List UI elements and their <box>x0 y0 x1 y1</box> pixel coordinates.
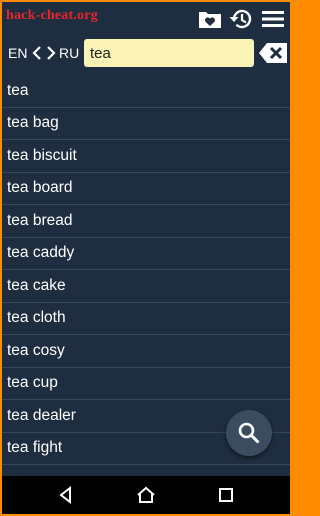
list-item[interactable]: tea bread <box>2 205 290 238</box>
back-icon[interactable] <box>54 485 78 505</box>
search-button[interactable] <box>226 410 272 456</box>
home-icon[interactable] <box>134 485 158 505</box>
source-language[interactable]: EN <box>8 45 27 61</box>
system-nav-bar <box>2 476 290 514</box>
watermark: hack-cheat.org <box>6 8 98 23</box>
clear-icon[interactable] <box>258 42 288 64</box>
list-item[interactable]: tea biscuit <box>2 140 290 173</box>
swap-languages-icon[interactable] <box>31 45 57 66</box>
target-language[interactable]: RU <box>59 45 79 61</box>
title-bar: hack-cheat.org <box>2 2 290 34</box>
list-item[interactable]: tea <box>2 75 290 108</box>
search-icon <box>238 422 260 444</box>
list-item[interactable]: tea cloth <box>2 303 290 335</box>
history-icon[interactable] <box>228 6 254 32</box>
search-input[interactable] <box>84 39 254 67</box>
list-item[interactable]: tea bag <box>2 108 290 140</box>
list-item[interactable]: tea cake <box>2 270 290 303</box>
search-bar: EN RU <box>2 34 290 74</box>
list-item[interactable]: tea board <box>2 173 290 205</box>
list-item[interactable]: tea cup <box>2 368 290 400</box>
menu-icon[interactable] <box>260 6 286 32</box>
heart-folder-icon[interactable] <box>197 6 223 32</box>
app-frame: hack-cheat.org EN RU tea tea tea bag tea… <box>2 2 290 514</box>
list-item[interactable]: tea cosy <box>2 335 290 368</box>
recents-icon[interactable] <box>214 485 238 505</box>
list-item[interactable]: tea caddy <box>2 238 290 270</box>
